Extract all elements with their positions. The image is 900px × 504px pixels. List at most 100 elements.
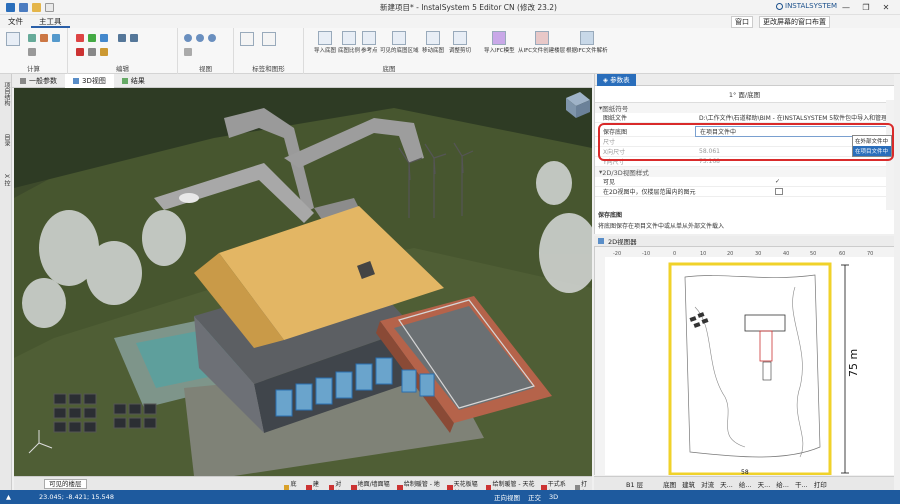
adjust-clip-button[interactable]: 调整剪切 xyxy=(449,31,471,54)
dimension-button[interactable] xyxy=(262,32,276,47)
2d-viewer-header: 2D视图器 xyxy=(594,236,894,247)
menu-tab-main-tools[interactable]: 主工具 xyxy=(31,15,70,28)
save-icon[interactable] xyxy=(19,2,28,12)
new-file-icon[interactable] xyxy=(45,2,54,12)
ruler-label: 10 xyxy=(700,251,706,257)
ifc-floors-icon xyxy=(534,31,549,45)
zoom-in-icon[interactable] xyxy=(184,34,192,42)
delete-icon[interactable] xyxy=(76,48,84,56)
ribbon-group-calc: 计算 xyxy=(0,28,68,74)
pan-icon[interactable] xyxy=(184,48,192,56)
2d-viewer-canvas[interactable]: -20 -10 0 10 20 30 40 50 60 70 75 m 58 xyxy=(594,247,894,475)
layer-toggle[interactable]: 给... xyxy=(776,479,789,489)
menu-tab-file[interactable]: 文件 xyxy=(0,15,31,28)
property-row-2d-floor-range[interactable]: 在2D视图中，仅楼层范围内的图元 xyxy=(595,187,894,197)
ruler-label: 40 xyxy=(783,251,789,257)
report-icon[interactable] xyxy=(40,34,48,42)
ruler-label: 20 xyxy=(727,251,733,257)
maximize-button[interactable]: ❐ xyxy=(856,0,876,15)
import-ifc-button[interactable]: 导入IFC模型 xyxy=(484,31,515,54)
tab-results[interactable]: 结果 xyxy=(114,74,153,88)
copy-icon[interactable] xyxy=(100,34,108,42)
adjust-clip-icon xyxy=(453,31,467,45)
parse-ifc-button[interactable]: 根据IFC文件解析 xyxy=(566,31,608,54)
layer-toggle[interactable]: 天... xyxy=(758,479,771,489)
ruler-label: 0 xyxy=(673,251,676,257)
ribbon-group-label: 底图 xyxy=(382,65,396,73)
window-controls: — ❐ ✕ xyxy=(836,0,896,15)
floor-selector[interactable]: B1 层 xyxy=(626,479,643,489)
underlay-scale-button[interactable]: 底图比例 xyxy=(338,31,360,54)
tab-properties[interactable]: ◈ 参数表 xyxy=(597,73,636,86)
layer-toggle[interactable]: 对流 xyxy=(701,479,714,489)
move-underlay-button[interactable]: 移动底图 xyxy=(422,31,444,54)
view-mode-front[interactable]: 正向视图 xyxy=(494,492,520,502)
app-icon xyxy=(6,2,15,12)
create-floors-from-ifc-button[interactable]: 从IFC文件创建楼层 xyxy=(518,31,565,54)
check-icon[interactable] xyxy=(28,34,36,42)
3d-viewport[interactable] xyxy=(14,88,592,476)
layout-dropdown[interactable]: 更改屏幕的窗口布置 xyxy=(759,16,830,28)
visible-floors-dropdown[interactable]: 可见的楼层 xyxy=(44,478,87,489)
cut-icon[interactable] xyxy=(88,48,96,56)
minimize-button[interactable]: — xyxy=(836,0,856,15)
ruler-label: -20 xyxy=(613,251,621,257)
ribbon: 计算 编辑 视图 标签和图形 导入底图 底图比例 参考点 可见的底图区域 移动底… xyxy=(0,28,900,74)
redo-icon[interactable] xyxy=(130,34,138,42)
layer-toggle[interactable]: 底图 xyxy=(663,479,676,489)
table-icon[interactable] xyxy=(52,34,60,42)
cursor-coordinates: 23.045; -8.421; 15.548 xyxy=(39,493,114,501)
calc-button[interactable] xyxy=(6,32,20,47)
ruler-label: 50 xyxy=(810,251,816,257)
window-dropdown[interactable]: 窗口 xyxy=(731,16,753,28)
ruler-label: 60 xyxy=(839,251,845,257)
section-view-style[interactable]: ▾ 2D/3D视图样式 xyxy=(595,167,894,177)
filter-icon[interactable] xyxy=(28,48,36,56)
move-icon[interactable] xyxy=(88,34,96,42)
layer-toggle[interactable]: 建筑 xyxy=(682,479,695,489)
dropdown-option-project-file[interactable]: 在项目文件中 xyxy=(853,146,891,156)
layer-toggle[interactable]: 天... xyxy=(720,479,733,489)
reference-point-button[interactable]: 参考点 xyxy=(361,31,378,54)
visible-area-button[interactable]: 可见的底图区域 xyxy=(380,31,419,54)
layer-toggle[interactable]: 给... xyxy=(739,479,752,489)
ruler-label: 70 xyxy=(867,251,873,257)
2d-plan: -20 -10 0 10 20 30 40 50 60 70 75 m 58 xyxy=(595,247,894,475)
tab-3d-view[interactable]: 3D视图 xyxy=(65,73,114,88)
open-icon[interactable] xyxy=(32,2,41,12)
ruler-label: -10 xyxy=(642,251,650,257)
warning-icon: ▲ xyxy=(6,493,11,501)
import-underlay-button[interactable]: 导入底图 xyxy=(314,31,336,54)
side-tab-catalog[interactable]: 目录 xyxy=(2,134,11,146)
help-text: 将底图保存在项目文件中或从单从外部文件载入 xyxy=(598,223,725,230)
select-icon[interactable] xyxy=(76,34,84,42)
checkbox[interactable] xyxy=(775,188,783,195)
paste-icon[interactable] xyxy=(100,48,108,56)
move-underlay-icon xyxy=(426,31,440,45)
view-mode-ortho[interactable]: 正交 xyxy=(528,492,541,502)
property-row-drawing-file[interactable]: 图纸文件 D:\工作文件\石道释助\BIM - 在INSTALSYSTEM 5软件… xyxy=(595,113,894,123)
view-mode-3d[interactable]: 3D xyxy=(549,493,558,501)
side-tab-project-structure[interactable]: 项目结构 xyxy=(2,82,11,106)
tab-general-params[interactable]: 一般参数 xyxy=(12,74,65,88)
label-button[interactable] xyxy=(240,32,254,47)
properties-object-title: 1° 面/底图 xyxy=(595,86,894,103)
calc-icon xyxy=(6,32,20,46)
zoom-fit-icon[interactable] xyxy=(208,34,216,42)
save-underlay-dropdown-list[interactable]: 在外部文件中 在项目文件中 xyxy=(852,135,892,157)
section-drawing-symbol[interactable]: ▾ 图纸符号 xyxy=(595,103,894,113)
ribbon-group-label: 计算 xyxy=(27,65,40,73)
close-button[interactable]: ✕ xyxy=(876,0,896,15)
brand-icon xyxy=(776,2,783,10)
highlight-annotation xyxy=(598,123,894,161)
zoom-out-icon[interactable] xyxy=(196,34,204,42)
side-tab-controls[interactable]: X 控 xyxy=(2,174,11,186)
results-icon xyxy=(121,77,128,84)
property-row-visible[interactable]: 可见 ✓ xyxy=(595,177,894,187)
import-underlay-icon xyxy=(318,31,332,45)
2d-viewer-footer: B1 层 底图 建筑 对流 天... 给... 天... 给... 干... 打… xyxy=(594,476,894,490)
dropdown-option-external[interactable]: 在外部文件中 xyxy=(853,136,891,146)
undo-icon[interactable] xyxy=(118,34,126,42)
layer-toggle[interactable]: 打印 xyxy=(814,479,827,489)
layer-toggle[interactable]: 干... xyxy=(795,479,808,489)
